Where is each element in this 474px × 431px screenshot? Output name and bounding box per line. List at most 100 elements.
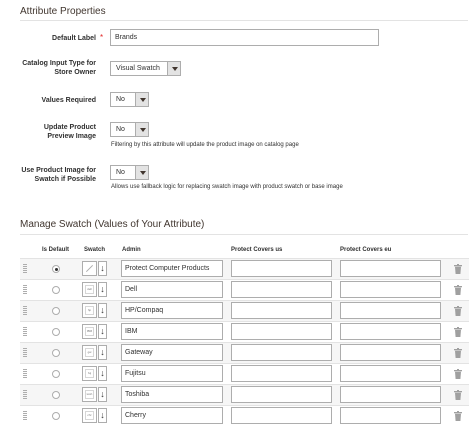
is-default-radio[interactable] xyxy=(52,391,60,399)
store-eu-input[interactable] xyxy=(340,386,441,403)
swatch-picker[interactable]: chr xyxy=(82,408,97,423)
is-default-radio[interactable] xyxy=(52,349,60,357)
swatch-picker[interactable]: fuj xyxy=(82,366,97,381)
table-row: chr ↓ Cherry xyxy=(20,405,469,426)
is-default-radio[interactable] xyxy=(52,412,60,420)
admin-value-input[interactable]: HP/Compaq xyxy=(121,302,223,319)
manage-swatch-title: Manage Swatch (Values of Your Attribute) xyxy=(20,219,205,230)
admin-value-input[interactable]: Gateway xyxy=(121,344,223,361)
drag-handle-icon[interactable] xyxy=(23,285,27,294)
values-required-select[interactable]: No xyxy=(110,92,149,107)
chevron-down-icon[interactable] xyxy=(167,61,181,76)
swatch-picker[interactable]: gw xyxy=(82,345,97,360)
use-product-image-value: No xyxy=(116,169,125,176)
is-default-radio[interactable] xyxy=(52,328,60,336)
trash-icon[interactable] xyxy=(454,285,462,295)
trash-icon[interactable] xyxy=(454,348,462,358)
default-label-label: Default Label xyxy=(52,35,96,42)
trash-icon[interactable] xyxy=(454,327,462,337)
drag-handle-icon[interactable] xyxy=(23,369,27,378)
swatch-picker[interactable]: IBM xyxy=(82,324,97,339)
catalog-input-type-value: Visual Swatch xyxy=(116,65,160,72)
arrow-down-icon[interactable]: ↓ xyxy=(98,408,107,423)
arrow-down-icon[interactable]: ↓ xyxy=(98,303,107,318)
swatch-image: gw xyxy=(85,348,94,357)
store-us-input[interactable] xyxy=(231,407,332,424)
drag-handle-icon[interactable] xyxy=(23,390,27,399)
is-default-radio[interactable] xyxy=(52,370,60,378)
update-preview-note: Filtering by this attribute will update … xyxy=(111,142,299,148)
store-eu-input[interactable] xyxy=(340,323,441,340)
admin-value-input[interactable]: Protect Computer Products xyxy=(121,260,223,277)
store-us-input[interactable] xyxy=(231,281,332,298)
arrow-down-icon[interactable]: ↓ xyxy=(98,387,107,402)
swatch-image: IBM xyxy=(85,327,94,336)
drag-handle-icon[interactable] xyxy=(23,348,27,357)
update-preview-label: Update Product Preview Image xyxy=(8,123,96,141)
store-eu-input[interactable] xyxy=(340,365,441,382)
section-divider xyxy=(20,234,468,235)
admin-value-input[interactable]: Toshiba xyxy=(121,386,223,403)
store-eu-input[interactable] xyxy=(340,344,441,361)
update-preview-value: No xyxy=(116,126,125,133)
store-us-input[interactable] xyxy=(231,260,332,277)
use-product-image-label-line1: Use Product Image for xyxy=(21,167,96,174)
admin-value-input[interactable]: Cherry xyxy=(121,407,223,424)
store-us-input[interactable] xyxy=(231,302,332,319)
arrow-down-icon[interactable]: ↓ xyxy=(98,282,107,297)
is-default-radio[interactable] xyxy=(52,286,60,294)
arrow-down-icon[interactable]: ↓ xyxy=(98,261,107,276)
admin-value-input[interactable]: IBM xyxy=(121,323,223,340)
arrow-down-icon[interactable]: ↓ xyxy=(98,345,107,360)
update-preview-select[interactable]: No xyxy=(110,122,149,137)
swatch-grid-header: Is Default Swatch Admin Protect Covers u… xyxy=(20,244,469,258)
admin-value-input[interactable]: Fujitsu xyxy=(121,365,223,382)
use-product-image-label-line2: Swatch if Possible xyxy=(34,176,96,183)
store-us-input[interactable] xyxy=(231,344,332,361)
swatch-picker[interactable]: hp xyxy=(82,303,97,318)
col-admin: Admin xyxy=(122,247,141,253)
use-product-image-select[interactable]: No xyxy=(110,165,149,180)
swatch-picker[interactable]: dell xyxy=(82,282,97,297)
trash-icon[interactable] xyxy=(454,264,462,274)
store-eu-input[interactable] xyxy=(340,260,441,277)
chevron-down-icon[interactable] xyxy=(135,92,149,107)
chevron-down-icon[interactable] xyxy=(135,165,149,180)
catalog-input-type-select[interactable]: Visual Swatch xyxy=(110,61,181,76)
section-divider xyxy=(20,20,468,21)
is-default-radio[interactable] xyxy=(52,307,60,315)
store-us-input[interactable] xyxy=(231,365,332,382)
admin-value-input[interactable]: Dell xyxy=(121,281,223,298)
chevron-down-icon[interactable] xyxy=(135,122,149,137)
store-us-input[interactable] xyxy=(231,386,332,403)
store-eu-input[interactable] xyxy=(340,407,441,424)
drag-handle-icon[interactable] xyxy=(23,306,27,315)
use-product-image-label: Use Product Image for Swatch if Possible xyxy=(8,166,96,184)
use-product-image-note: Allows use fallback logic for replacing … xyxy=(111,184,343,190)
trash-icon[interactable] xyxy=(454,390,462,400)
arrow-down-icon[interactable]: ↓ xyxy=(98,324,107,339)
store-us-input[interactable] xyxy=(231,323,332,340)
required-mark: * xyxy=(100,33,104,42)
catalog-input-type-label-line2: Store Owner xyxy=(54,69,96,76)
swatch-image: hp xyxy=(85,306,94,315)
store-eu-input[interactable] xyxy=(340,302,441,319)
trash-icon[interactable] xyxy=(454,411,462,421)
default-label-input[interactable]: Brands xyxy=(110,29,379,46)
table-row: hp ↓ HP/Compaq xyxy=(20,300,469,321)
drag-handle-icon[interactable] xyxy=(23,327,27,336)
update-preview-label-line1: Update Product xyxy=(43,124,96,131)
attribute-properties-title: Attribute Properties xyxy=(20,6,106,17)
trash-icon[interactable] xyxy=(454,306,462,316)
trash-icon[interactable] xyxy=(454,369,462,379)
col-store-eu: Protect Covers eu xyxy=(340,247,392,253)
swatch-picker[interactable]: tosh xyxy=(82,387,97,402)
is-default-radio[interactable] xyxy=(52,265,60,273)
arrow-down-icon[interactable]: ↓ xyxy=(98,366,107,381)
store-eu-input[interactable] xyxy=(340,281,441,298)
table-row: fuj ↓ Fujitsu xyxy=(20,363,469,384)
drag-handle-icon[interactable] xyxy=(23,411,27,420)
swatch-picker[interactable] xyxy=(82,261,97,276)
values-required-label: Values Required xyxy=(41,97,96,104)
drag-handle-icon[interactable] xyxy=(23,264,27,273)
